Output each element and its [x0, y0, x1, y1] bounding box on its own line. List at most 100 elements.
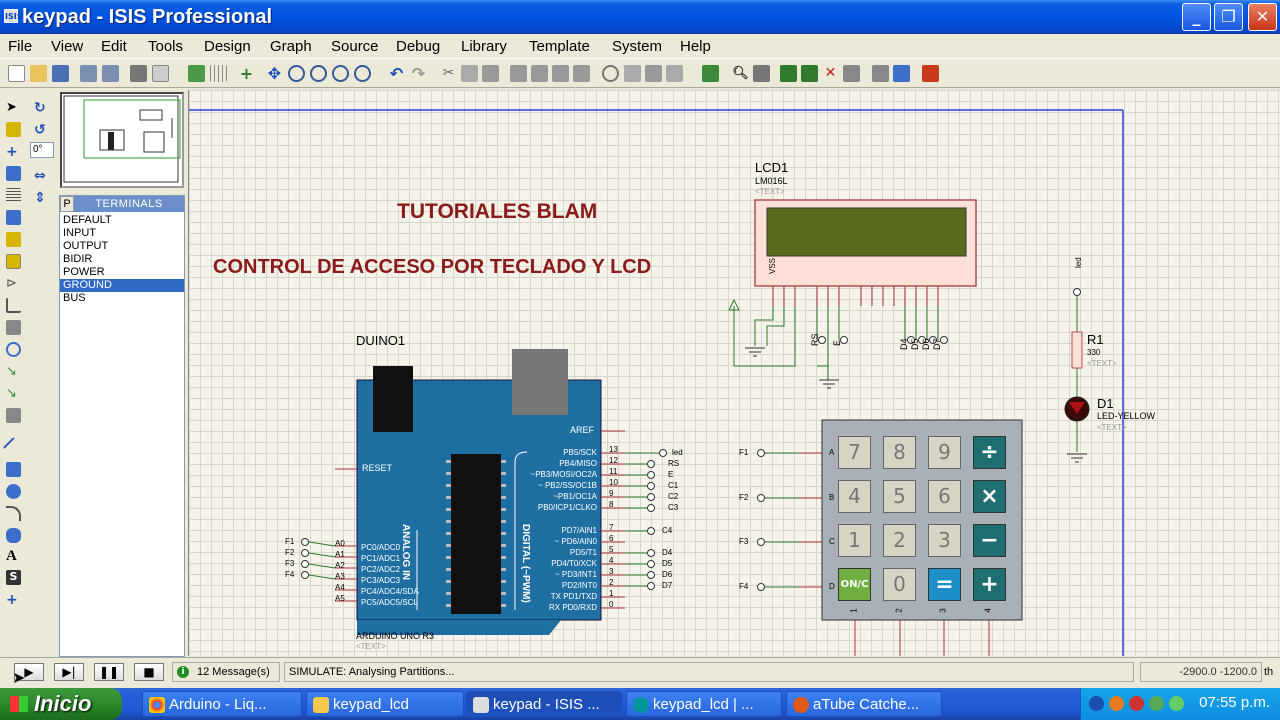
new-sheet-icon[interactable]	[780, 65, 797, 82]
key-minus[interactable]: −	[973, 524, 1006, 557]
task-isis[interactable]: keypad - ISIS ...	[466, 691, 622, 717]
key-7[interactable]: 7	[838, 436, 871, 469]
bill-of-materials-icon[interactable]	[872, 65, 889, 82]
tape-recorder-icon[interactable]	[6, 320, 21, 335]
print-area-icon[interactable]	[152, 65, 169, 82]
menu-file[interactable]: File	[8, 38, 32, 55]
schematic-canvas[interactable]: TUTORIALES BLAM CONTROL DE ACCESO POR TE…	[188, 90, 1280, 656]
menu-graph[interactable]: Graph	[270, 38, 312, 55]
start-button[interactable]: Inicio	[0, 688, 122, 720]
property-tool-icon[interactable]	[753, 65, 770, 82]
terminal-item[interactable]: BUS	[60, 292, 184, 305]
remove-sheet-icon[interactable]: ✕	[822, 65, 839, 82]
graph-mode-icon[interactable]	[6, 298, 21, 313]
undo-icon[interactable]: ↶	[388, 65, 405, 82]
text-tool-icon[interactable]: A	[6, 548, 21, 564]
zoom-all-icon[interactable]	[332, 65, 349, 82]
wire-autorouter-icon[interactable]	[702, 65, 719, 82]
rotation-angle-input[interactable]: 0°	[30, 142, 54, 158]
menu-edit[interactable]: Edit	[101, 38, 127, 55]
key-divide[interactable]: ÷	[973, 436, 1006, 469]
tray-volume-icon[interactable]	[1169, 696, 1184, 711]
menu-help[interactable]: Help	[680, 38, 711, 55]
copy-icon[interactable]	[461, 65, 478, 82]
rotate-anticlockwise-icon[interactable]: ↺	[34, 122, 49, 138]
key-1[interactable]: 1	[838, 524, 871, 557]
menu-library[interactable]: Library	[461, 38, 507, 55]
add-sheet-icon[interactable]	[801, 65, 818, 82]
task-chrome[interactable]: Arduino - Liq...	[142, 691, 302, 717]
key-plus[interactable]: +	[973, 568, 1006, 601]
tray-antivirus-icon[interactable]	[1129, 696, 1144, 711]
terminal-item[interactable]: POWER	[60, 266, 184, 279]
circle-tool-icon[interactable]	[6, 484, 21, 499]
print-icon[interactable]	[130, 65, 147, 82]
search-tag-icon[interactable]: 🔍︎	[732, 65, 749, 82]
voltage-probe-icon[interactable]: ↘	[6, 364, 21, 379]
key-5[interactable]: 5	[883, 480, 916, 513]
key-6[interactable]: 6	[928, 480, 961, 513]
zoom-area-icon[interactable]	[354, 65, 371, 82]
device-pins-icon[interactable]: ⊳	[6, 276, 21, 291]
virtual-instruments-icon[interactable]	[6, 408, 21, 423]
close-button[interactable]: ✕	[1248, 3, 1277, 31]
wire-label-icon[interactable]	[6, 166, 21, 181]
redraw-icon[interactable]	[188, 65, 205, 82]
open-folder-icon[interactable]	[30, 65, 47, 82]
arc-tool-icon[interactable]	[6, 506, 21, 521]
block-rotate-icon[interactable]	[552, 65, 569, 82]
pick-devices-button[interactable]: P	[60, 196, 74, 212]
stop-button[interactable]: ■	[134, 663, 164, 681]
text-script-icon[interactable]	[6, 188, 21, 203]
key-4[interactable]: 4	[838, 480, 871, 513]
block-delete-icon[interactable]	[573, 65, 590, 82]
key-3[interactable]: 3	[928, 524, 961, 557]
maximize-button[interactable]: ❐	[1214, 3, 1243, 31]
block-copy-icon[interactable]	[510, 65, 527, 82]
key-2[interactable]: 2	[883, 524, 916, 557]
tray-expand-icon[interactable]	[1089, 696, 1104, 711]
junction-dot-icon[interactable]: +	[6, 144, 21, 160]
paste-icon[interactable]	[482, 65, 499, 82]
menu-source[interactable]: Source	[331, 38, 379, 55]
rotate-clockwise-icon[interactable]: ↻	[34, 100, 49, 116]
key-equals[interactable]: =	[928, 568, 961, 601]
marker-tool-icon[interactable]: +	[6, 592, 21, 608]
task-atube[interactable]: aTube Catche...	[786, 691, 942, 717]
new-icon[interactable]	[8, 65, 25, 82]
packaging-icon[interactable]	[645, 65, 662, 82]
export-icon[interactable]	[102, 65, 119, 82]
menu-debug[interactable]: Debug	[396, 38, 440, 55]
make-device-icon[interactable]	[624, 65, 641, 82]
component-mode-icon[interactable]	[6, 122, 21, 137]
terminal-item-selected[interactable]: GROUND	[60, 279, 184, 292]
tray-app-icon[interactable]	[1109, 696, 1124, 711]
netlist-icon[interactable]	[893, 65, 910, 82]
decompose-icon[interactable]	[666, 65, 683, 82]
generator-icon[interactable]	[6, 342, 21, 357]
key-8[interactable]: 8	[883, 436, 916, 469]
key-on-c[interactable]: ON/C	[838, 568, 871, 601]
terminals-mode-icon[interactable]	[6, 254, 21, 269]
messages-panel[interactable]: i 12 Message(s)	[172, 662, 280, 682]
menu-system[interactable]: System	[612, 38, 662, 55]
zoom-out-icon[interactable]	[310, 65, 327, 82]
pick-device-icon[interactable]	[602, 65, 619, 82]
goto-sheet-icon[interactable]	[843, 65, 860, 82]
origin-icon[interactable]: +	[238, 65, 255, 82]
terminal-item[interactable]: DEFAULT	[60, 214, 184, 227]
terminal-item[interactable]: INPUT	[60, 227, 184, 240]
save-icon[interactable]	[52, 65, 69, 82]
block-move-icon[interactable]	[531, 65, 548, 82]
menu-design[interactable]: Design	[204, 38, 251, 55]
minimize-button[interactable]: _	[1182, 3, 1211, 31]
redo-icon[interactable]: ↷	[410, 65, 427, 82]
key-9[interactable]: 9	[928, 436, 961, 469]
current-probe-icon[interactable]: ↘	[6, 386, 21, 401]
menu-tools[interactable]: Tools	[148, 38, 183, 55]
tray-network-icon[interactable]	[1149, 696, 1164, 711]
buses-icon[interactable]	[6, 210, 21, 225]
menu-view[interactable]: View	[51, 38, 83, 55]
task-arduino[interactable]: keypad_lcd | ...	[626, 691, 782, 717]
overview-window[interactable]	[60, 92, 184, 188]
